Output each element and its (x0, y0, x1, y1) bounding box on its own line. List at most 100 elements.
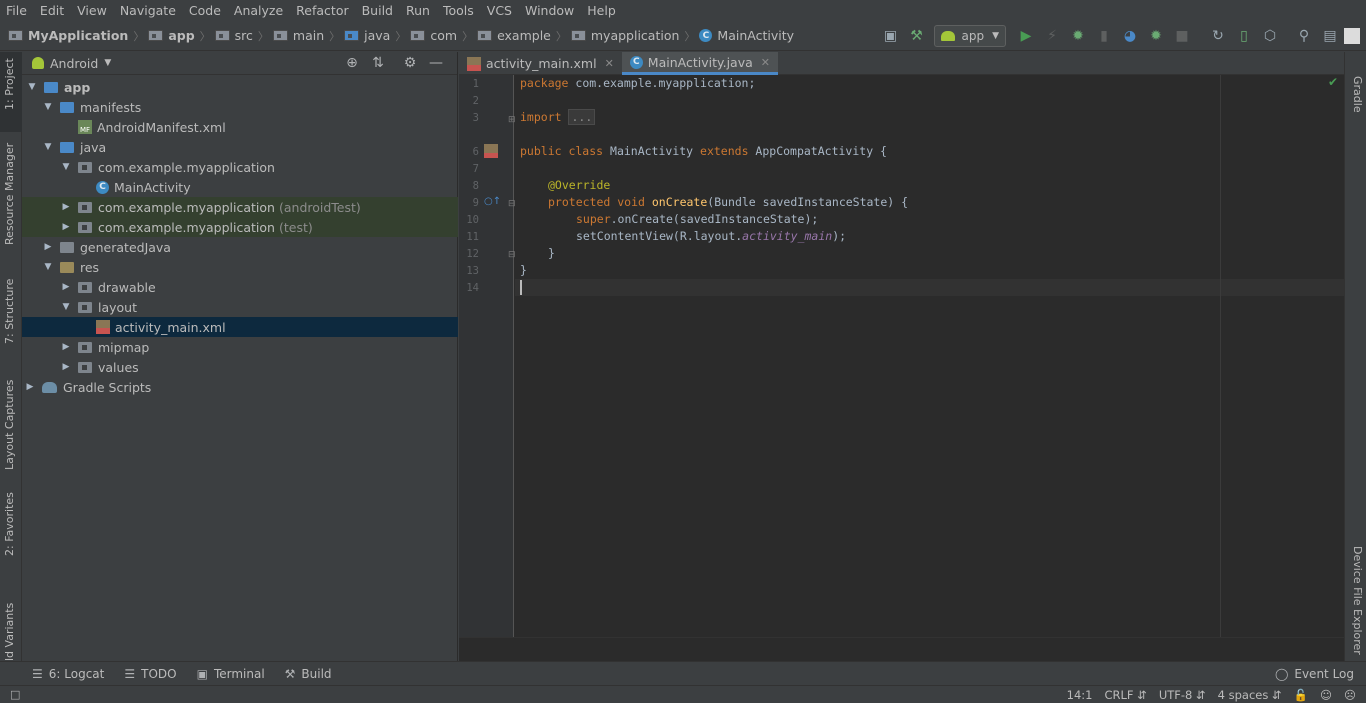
run-icon[interactable]: ▶ (1014, 25, 1038, 47)
tree-item-generated-java[interactable]: ▶ generatedJava (22, 237, 458, 257)
feedback-face-icon[interactable]: ☹ (1344, 688, 1356, 702)
hide-icon[interactable]: — (423, 55, 449, 71)
sdk-manager-icon[interactable]: ⬡ (1258, 25, 1282, 47)
locate-icon[interactable]: ⊕ (339, 55, 365, 71)
coverage-icon[interactable]: ▮ (1092, 25, 1116, 47)
tree-item-main-activity[interactable]: C MainActivity (22, 177, 458, 197)
activity-icon[interactable] (484, 144, 498, 158)
structure-tool-button[interactable]: 7: Structure (3, 279, 16, 344)
gradle-tool-button[interactable]: Gradle (1351, 76, 1364, 113)
lock-icon[interactable]: 🔓 (1294, 688, 1308, 702)
menu-run[interactable]: Run (406, 3, 430, 18)
expand-arrow-icon[interactable]: ▼ (26, 82, 38, 92)
menu-refactor[interactable]: Refactor (296, 3, 348, 18)
encoding-select[interactable]: UTF-8 ⇵ (1159, 688, 1206, 702)
terminal-tool-button[interactable]: ▣ Terminal (197, 667, 265, 681)
tree-item-layout-file[interactable]: activity_main.xml (22, 317, 458, 337)
expand-arrow-icon[interactable]: ▶ (60, 202, 72, 212)
tree-item-java[interactable]: ▼ java (22, 137, 458, 157)
hammer-icon[interactable]: ⚒ (904, 25, 928, 47)
expand-arrow-icon[interactable]: ▶ (24, 382, 36, 392)
menu-window[interactable]: Window (525, 3, 574, 18)
indent-select[interactable]: 4 spaces ⇵ (1218, 688, 1282, 702)
avd-manager-icon[interactable]: ▯ (1232, 25, 1256, 47)
terminal-icon[interactable]: ▣ (878, 25, 902, 47)
project-tool-button[interactable]: 1: Project (3, 58, 16, 110)
attach-debugger-icon[interactable]: ✹ (1144, 25, 1168, 47)
fold-icon[interactable]: ⊟ (508, 250, 516, 260)
tree-item-values[interactable]: ▶ values (22, 357, 458, 377)
breadcrumb-src[interactable]: src 〉 (214, 28, 269, 44)
expand-arrow-icon[interactable]: ▶ (60, 362, 72, 372)
tree-item-package-test[interactable]: ▶ com.example.myapplication (test) (22, 217, 458, 237)
expand-arrow-icon[interactable]: ▶ (60, 222, 72, 232)
fold-icon[interactable]: ⊟ (508, 199, 516, 209)
event-log-tool-button[interactable]: ◯ Event Log (1275, 667, 1354, 681)
breadcrumb-project[interactable]: MyApplication 〉 (8, 28, 144, 44)
debug-icon[interactable]: ✹ (1066, 25, 1090, 47)
tree-item-package-main[interactable]: ▼ com.example.myapplication (22, 157, 458, 177)
menu-view[interactable]: View (77, 3, 107, 18)
expand-arrow-icon[interactable]: ▶ (42, 242, 54, 252)
search-icon[interactable]: ⚲ (1292, 25, 1316, 47)
inspection-face-icon[interactable]: ☺ (1320, 688, 1332, 702)
menu-build[interactable]: Build (362, 3, 393, 18)
menu-vcs[interactable]: VCS (487, 3, 512, 18)
tree-item-mipmap[interactable]: ▶ mipmap (22, 337, 458, 357)
menu-code[interactable]: Code (189, 3, 221, 18)
build-tool-button[interactable]: ⚒ Build (285, 667, 332, 681)
menu-help[interactable]: Help (587, 3, 616, 18)
breadcrumb-java[interactable]: java 〉 (344, 28, 406, 44)
favorites-tool-button[interactable]: 2: Favorites (3, 492, 16, 556)
fold-icon[interactable]: ⊞ (508, 115, 516, 125)
tree-item-drawable[interactable]: ▶ drawable (22, 277, 458, 297)
layout-captures-tool-button[interactable]: Layout Captures (3, 380, 16, 470)
tree-item-package-android-test[interactable]: ▶ com.example.myapplication (androidTest) (22, 197, 458, 217)
close-icon[interactable]: ✕ (605, 57, 614, 70)
tree-item-gradle-scripts[interactable]: ▶ Gradle Scripts (22, 377, 458, 397)
override-marker-icon[interactable]: ○↑ (484, 196, 501, 207)
breadcrumb-com[interactable]: com 〉 (410, 28, 473, 44)
code-editor[interactable]: 1 2 3 6 7 8 9 10 11 12 13 14 ○↑ ⊞ ⊟ ⊟ pa… (459, 75, 1344, 637)
resource-manager-tool-button[interactable]: Resource Manager (3, 143, 16, 245)
tree-item-layout[interactable]: ▼ layout (22, 297, 458, 317)
expand-arrow-icon[interactable]: ▼ (42, 262, 54, 272)
todo-tool-button[interactable]: ☰ TODO (124, 667, 176, 681)
sync-gradle-icon[interactable]: ↻ (1206, 25, 1230, 47)
build-variants-tool-button[interactable]: ld Variants (3, 603, 16, 661)
avatar[interactable] (1344, 28, 1360, 44)
breadcrumb-myapplication[interactable]: myapplication 〉 (570, 28, 695, 44)
tree-item-manifest-file[interactable]: MF AndroidManifest.xml (22, 117, 458, 137)
project-view-select[interactable]: Android (50, 56, 98, 71)
breadcrumb-example[interactable]: example 〉 (477, 28, 567, 44)
toggle-tool-windows-icon[interactable]: □ (10, 688, 20, 701)
expand-arrow-icon[interactable]: ▼ (42, 142, 54, 152)
expand-arrow-icon[interactable]: ▼ (60, 162, 72, 172)
tab-main-activity-java[interactable]: C MainActivity.java ✕ (621, 52, 778, 75)
stop-icon[interactable]: ■ (1170, 25, 1194, 47)
gear-icon[interactable]: ⚙ (397, 55, 423, 71)
close-icon[interactable]: ✕ (761, 56, 770, 69)
device-file-explorer-tool-button[interactable]: Device File Explorer (1351, 546, 1364, 655)
dropdown-arrow-icon[interactable]: ▼ (104, 58, 111, 68)
menu-navigate[interactable]: Navigate (120, 3, 176, 18)
apply-changes-icon[interactable]: ⚡ (1040, 25, 1064, 47)
expand-arrow-icon[interactable]: ▼ (60, 302, 72, 312)
run-config-select[interactable]: app ▼ (934, 25, 1006, 47)
expand-arrow-icon[interactable]: ▶ (60, 342, 72, 352)
caret-position[interactable]: 14:1 (1067, 688, 1093, 702)
line-separator-select[interactable]: CRLF ⇵ (1105, 688, 1147, 702)
breadcrumb-main[interactable]: main 〉 (272, 28, 340, 44)
expand-arrow-icon[interactable]: ▶ (60, 282, 72, 292)
menu-analyze[interactable]: Analyze (234, 3, 283, 18)
collapse-icon[interactable]: ⇅ (365, 55, 391, 71)
profile-icon[interactable]: ◕ (1118, 25, 1142, 47)
tree-item-manifests[interactable]: ▼ manifests (22, 97, 458, 117)
breadcrumb-module[interactable]: app 〉 (148, 28, 211, 44)
menu-edit[interactable]: Edit (40, 3, 64, 18)
tree-item-app[interactable]: ▼ app (22, 77, 458, 97)
logcat-tool-button[interactable]: ☰ 6: Logcat (32, 667, 104, 681)
menu-tools[interactable]: Tools (443, 3, 474, 18)
tab-activity-main-xml[interactable]: activity_main.xml ✕ (459, 52, 622, 75)
folded-imports[interactable]: ... (568, 109, 596, 125)
